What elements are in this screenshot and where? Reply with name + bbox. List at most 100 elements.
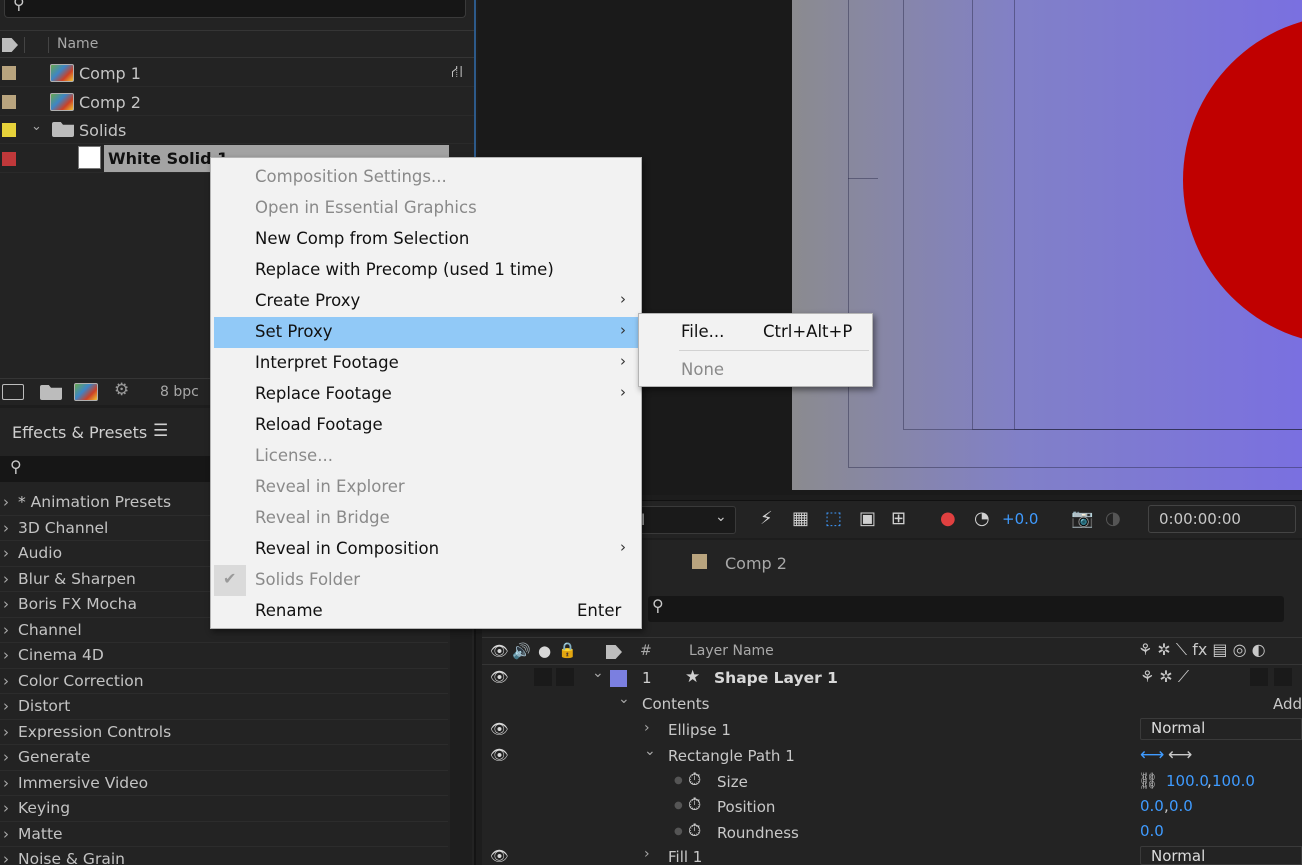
flowchart-icon[interactable]: ⛙ bbox=[451, 62, 463, 84]
new-folder-icon[interactable] bbox=[40, 385, 62, 400]
stopwatch-icon[interactable]: ⏱ bbox=[688, 821, 701, 841]
lock-icon[interactable]: 🔒 bbox=[558, 641, 577, 659]
blend-mode-dropdown[interactable]: Normal bbox=[1140, 718, 1302, 740]
position-x-value[interactable]: 0.0 bbox=[1140, 797, 1164, 815]
label-tag-icon[interactable] bbox=[606, 645, 622, 659]
menu-item-solids-folder[interactable]: ✔ Solids Folder bbox=[214, 565, 638, 596]
chevron-right-icon[interactable]: › bbox=[644, 846, 650, 862]
effects-category[interactable]: › Distort bbox=[0, 694, 448, 720]
effects-category[interactable]: › Noise & Grain bbox=[0, 847, 448, 865]
solo-dot-icon[interactable]: ● bbox=[538, 642, 551, 660]
bit-depth-label[interactable]: 8 bpc bbox=[160, 384, 199, 400]
magnification-dropdown[interactable]: l ⌄ bbox=[638, 506, 736, 534]
eye-icon[interactable]: 👁 bbox=[490, 847, 509, 865]
menu-item-license[interactable]: License... bbox=[214, 441, 638, 472]
show-channel-icon[interactable]: ● bbox=[940, 508, 956, 529]
panel-menu-icon[interactable]: ☰ bbox=[153, 421, 168, 441]
rectangle-path-row[interactable]: 👁 ⌄ Rectangle Path 1 ⟷ ⟷ bbox=[482, 743, 1302, 769]
menu-item-replace-footage[interactable]: Replace Footage › bbox=[214, 379, 638, 410]
eye-icon[interactable]: 👁 bbox=[490, 720, 509, 738]
eye-icon[interactable]: 👁 bbox=[490, 668, 509, 686]
layer-switch-icons[interactable]: ⚘ ✲ ⟋ bbox=[1140, 667, 1189, 687]
chevron-down-icon[interactable]: ⌄ bbox=[644, 743, 656, 759]
menu-item-reveal-in-composition[interactable]: Reveal in Composition › bbox=[214, 534, 638, 565]
chevron-down-icon[interactable]: ⌄ bbox=[31, 119, 42, 134]
effects-category[interactable]: › Color Correction bbox=[0, 669, 448, 694]
effects-category[interactable]: › Keying bbox=[0, 796, 448, 822]
contents-row[interactable]: ⌄ Contents Add bbox=[482, 691, 1302, 717]
label-color-swatch[interactable] bbox=[2, 66, 16, 80]
effects-category[interactable]: › Immersive Video bbox=[0, 771, 448, 796]
menu-item-new-comp-from-selection[interactable]: New Comp from Selection bbox=[214, 224, 638, 255]
solo-switch[interactable] bbox=[534, 668, 552, 686]
position-y-value[interactable]: 0.0 bbox=[1169, 797, 1193, 815]
composition-canvas[interactable] bbox=[792, 0, 1302, 490]
show-snapshot-icon[interactable]: ◑ bbox=[1105, 508, 1121, 529]
video-eye-icon[interactable]: 👁 bbox=[490, 642, 509, 660]
label-color-swatch[interactable] bbox=[2, 123, 16, 137]
chevron-down-icon[interactable]: ⌄ bbox=[618, 691, 630, 707]
audio-speaker-icon[interactable]: 🔊 bbox=[512, 642, 531, 660]
layer-name[interactable]: Shape Layer 1 bbox=[714, 669, 838, 687]
stopwatch-icon[interactable]: ⏱ bbox=[688, 795, 701, 815]
switch-box[interactable] bbox=[1274, 668, 1292, 686]
label-tag-icon[interactable] bbox=[2, 38, 18, 52]
project-settings-icon[interactable]: ⚙ bbox=[114, 380, 129, 400]
layer-label-color[interactable] bbox=[610, 670, 627, 687]
project-item-comp-2[interactable]: Comp 2 bbox=[0, 88, 474, 116]
add-menu[interactable]: Add bbox=[1273, 695, 1302, 713]
layer-row-shape-layer-1[interactable]: 👁 ⌄ 1 ★ Shape Layer 1 ⚘ ✲ ⟋ bbox=[482, 665, 1302, 691]
mask-path-visibility-icon[interactable]: ⬚ bbox=[825, 508, 842, 529]
menu-item-reload-footage[interactable]: Reload Footage bbox=[214, 410, 638, 441]
submenu-item-none[interactable]: None bbox=[642, 355, 870, 386]
submenu-item-file[interactable]: File... Ctrl+Alt+P bbox=[642, 317, 870, 348]
menu-item-reveal-in-bridge[interactable]: Reveal in Bridge bbox=[214, 503, 638, 534]
label-color-swatch[interactable] bbox=[2, 95, 16, 109]
exposure-value[interactable]: +0.0 bbox=[1002, 510, 1038, 528]
label-color-swatch[interactable] bbox=[2, 152, 16, 166]
position-property-row[interactable]: ● ⏱ Position 0.0 , 0.0 bbox=[482, 794, 1302, 820]
blend-mode-dropdown[interactable]: Normal bbox=[1140, 846, 1302, 865]
chevron-right-icon[interactable]: › bbox=[644, 720, 650, 736]
timeline-tab-comp-2[interactable]: Comp 2 bbox=[725, 554, 787, 573]
size-property-row[interactable]: ● ⏱ Size ⛓ 100.0 , 100.0 bbox=[482, 769, 1302, 795]
path-direction-icon[interactable]: ⟷ bbox=[1140, 745, 1164, 765]
grid-guides-icon[interactable]: ⊞ bbox=[891, 508, 906, 529]
constrain-proportions-link-icon[interactable]: ⛓ bbox=[1138, 771, 1158, 790]
menu-item-create-proxy[interactable]: Create Proxy › bbox=[214, 286, 638, 317]
roundness-value[interactable]: 0.0 bbox=[1140, 822, 1164, 840]
stopwatch-icon[interactable]: ⏱ bbox=[688, 770, 701, 790]
fast-previews-icon[interactable]: ⚡ bbox=[760, 508, 773, 529]
menu-item-reveal-in-explorer[interactable]: Reveal in Explorer bbox=[214, 472, 638, 503]
menu-item-open-in-essential-graphics[interactable]: Open in Essential Graphics bbox=[214, 193, 638, 224]
name-column-header[interactable]: Name bbox=[57, 36, 98, 52]
project-search-input[interactable]: ⚲ bbox=[4, 0, 466, 18]
menu-item-replace-with-precomp[interactable]: Replace with Precomp (used 1 time) bbox=[214, 255, 638, 286]
eye-icon[interactable]: 👁 bbox=[490, 746, 509, 764]
chevron-down-icon[interactable]: ⌄ bbox=[592, 665, 604, 681]
reset-exposure-icon[interactable]: ◔ bbox=[974, 508, 990, 529]
effects-category[interactable]: › Cinema 4D bbox=[0, 643, 448, 669]
effects-category[interactable]: › Matte bbox=[0, 822, 448, 847]
snapshot-camera-icon[interactable]: 📷 bbox=[1071, 508, 1093, 529]
size-height-value[interactable]: 100.0 bbox=[1212, 772, 1255, 790]
new-composition-icon[interactable] bbox=[74, 383, 98, 401]
project-item-solids-folder[interactable]: ⌄ Solids bbox=[0, 116, 474, 144]
effects-category[interactable]: › Expression Controls bbox=[0, 720, 448, 745]
size-width-value[interactable]: 100.0 bbox=[1166, 772, 1209, 790]
timeline-search-input[interactable]: ⚲ bbox=[648, 596, 1284, 622]
menu-item-set-proxy[interactable]: Set Proxy › bbox=[214, 317, 638, 348]
path-direction-reverse-icon[interactable]: ⟷ bbox=[1168, 745, 1192, 765]
current-time-display[interactable]: 0:00:00:00 bbox=[1148, 505, 1296, 533]
region-of-interest-icon[interactable]: ▣ bbox=[859, 508, 876, 529]
roundness-property-row[interactable]: ● ⏱ Roundness 0.0 bbox=[482, 820, 1302, 846]
project-item-comp-1[interactable]: Comp 1 ⛙ bbox=[0, 59, 474, 87]
menu-item-composition-settings[interactable]: Composition Settings... bbox=[214, 162, 638, 193]
layer-name-column-header[interactable]: Layer Name bbox=[689, 643, 774, 659]
transparency-grid-icon[interactable]: ▦ bbox=[792, 508, 809, 529]
switch-box[interactable] bbox=[1250, 668, 1268, 686]
menu-item-interpret-footage[interactable]: Interpret Footage › bbox=[214, 348, 638, 379]
menu-item-rename[interactable]: Rename Enter bbox=[214, 596, 638, 627]
lock-switch[interactable] bbox=[556, 668, 574, 686]
interpret-footage-icon[interactable] bbox=[2, 384, 24, 400]
